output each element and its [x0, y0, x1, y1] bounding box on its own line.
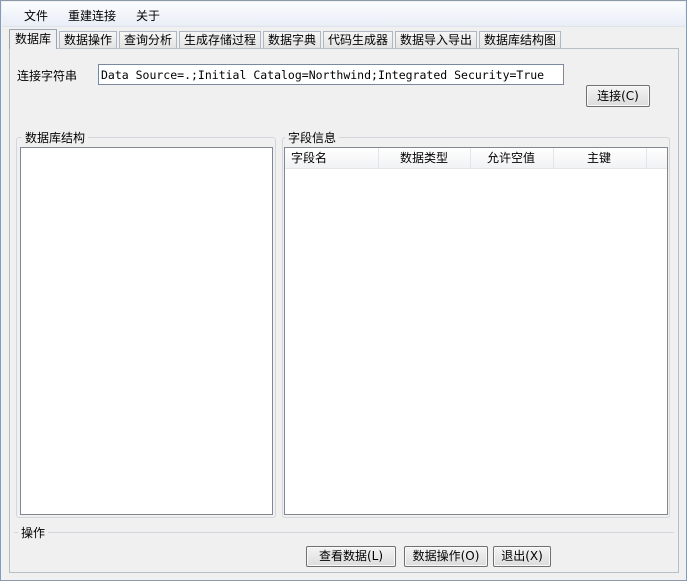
column-header-data-type[interactable]: 数据类型 — [379, 148, 471, 168]
tab-query-analysis[interactable]: 查询分析 — [119, 31, 177, 48]
field-info-list[interactable]: 字段名 数据类型 允许空值 主键 — [284, 147, 668, 515]
column-header-field-name[interactable]: 字段名 — [285, 148, 379, 168]
tab-data-dictionary[interactable]: 数据字典 — [263, 31, 321, 48]
tab-database[interactable]: 数据库 — [9, 29, 57, 49]
view-data-button[interactable]: 查看数据(L) — [306, 546, 396, 567]
operations-title: 操作 — [18, 524, 49, 541]
db-structure-tree[interactable] — [20, 147, 273, 515]
column-header-allow-null[interactable]: 允许空值 — [471, 148, 554, 168]
data-operations-button[interactable]: 数据操作(O) — [404, 546, 488, 567]
menu-bar: 文件 重建连接 关于 — [2, 2, 685, 27]
main-window: 文件 重建连接 关于 数据库 数据操作 查询分析 生成存储过程 数据字典 代码生… — [0, 0, 687, 581]
menu-about[interactable]: 关于 — [136, 7, 160, 24]
menu-file[interactable]: 文件 — [24, 7, 48, 24]
field-info-title: 字段信息 — [285, 129, 340, 146]
tab-database-diagram[interactable]: 数据库结构图 — [479, 31, 561, 48]
tab-code-generator[interactable]: 代码生成器 — [323, 31, 393, 48]
connect-button[interactable]: 连接(C) — [586, 85, 650, 107]
tab-data-operations[interactable]: 数据操作 — [59, 31, 117, 48]
menu-reconnect[interactable]: 重建连接 — [68, 7, 116, 24]
tab-data-import-export[interactable]: 数据导入导出 — [395, 31, 477, 48]
field-list-header: 字段名 数据类型 允许空值 主键 — [285, 148, 667, 169]
connection-string-input[interactable] — [98, 64, 564, 85]
connection-string-label: 连接字符串 — [17, 69, 78, 83]
tab-generate-stored-procedure[interactable]: 生成存储过程 — [179, 31, 261, 48]
db-structure-title: 数据库结构 — [22, 129, 89, 146]
tab-page-database: 连接字符串 连接(C) 数据库结构 字段信息 字段名 数据类型 允许空值 主键 … — [9, 48, 679, 573]
exit-button[interactable]: 退出(X) — [493, 546, 551, 567]
column-header-primary-key[interactable]: 主键 — [554, 148, 647, 168]
